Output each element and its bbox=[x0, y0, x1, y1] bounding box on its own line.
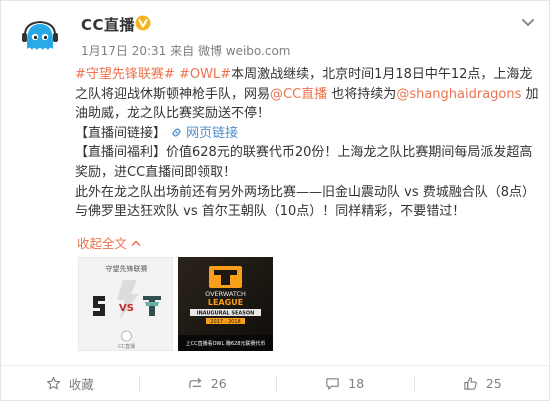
author-name[interactable]: CC直播 bbox=[81, 14, 135, 35]
mention-link[interactable]: @CC直播 bbox=[270, 87, 327, 102]
post-content: #守望先锋联赛# #OWL#本周激战继续，北京时间1月18日中午12点，上海龙之… bbox=[75, 65, 545, 222]
comment-button[interactable]: 18 bbox=[276, 366, 414, 401]
img2-bottom-text: 上CC直播看OWL 赚628元联赛代币 bbox=[186, 340, 266, 347]
img1-header: 守望先锋联赛 bbox=[106, 264, 148, 273]
repost-button[interactable]: 26 bbox=[138, 366, 277, 401]
img2-league: LEAGUE bbox=[208, 298, 243, 307]
action-bar: 收藏 26 18 25 bbox=[1, 365, 550, 401]
cc-mascot-avatar-icon bbox=[15, 11, 65, 61]
verified-v-badge-icon bbox=[135, 15, 151, 31]
content-paragraph: 【直播间链接】 网页链接 bbox=[75, 124, 545, 144]
content-text: 也将持续为 bbox=[327, 86, 397, 102]
post-time[interactable]: 1月17日 20:31 bbox=[81, 44, 166, 58]
owl-match-graphic: 守望先锋联赛 VS CC直播 bbox=[79, 258, 172, 350]
img1-footer: CC直播 bbox=[118, 343, 135, 350]
collapse-full-text-button[interactable]: 收起全文 bbox=[77, 233, 142, 252]
collapse-label: 收起全文 bbox=[77, 236, 128, 251]
web-link[interactable]: 网页链接 bbox=[186, 126, 238, 141]
content-text: 此外在龙之队出场前还有另外两场比赛——旧金山震动队 vs 费城融合队（8点）与佛… bbox=[75, 184, 536, 220]
repost-count: 26 bbox=[210, 376, 227, 391]
overwatch-league-graphic: OVERWATCH LEAGUE INAUGURAL SEASON 2017 -… bbox=[178, 257, 273, 351]
post-image-1[interactable]: 守望先锋联赛 VS CC直播 bbox=[78, 257, 173, 351]
content-text: 【直播间链接】 bbox=[75, 125, 171, 141]
img2-brand: OVERWATCH bbox=[205, 290, 246, 298]
like-count: 25 bbox=[485, 376, 502, 391]
content-paragraph: 此外在龙之队出场前还有另外两场比赛——旧金山震动队 vs 费城融合队（8点）与佛… bbox=[75, 183, 545, 222]
comment-icon bbox=[326, 378, 339, 390]
thumbs-up-icon bbox=[464, 377, 477, 390]
content-paragraph: 【直播间福利】价值628元的联赛代币20份！上海龙之队比赛期间每局派发超高奖励，… bbox=[75, 143, 545, 182]
post-image-2[interactable]: OVERWATCH LEAGUE INAUGURAL SEASON 2017 -… bbox=[178, 257, 273, 351]
mention-link[interactable]: @shanghaidragons bbox=[396, 87, 521, 102]
chevron-down-icon[interactable] bbox=[519, 13, 537, 31]
content-paragraph: #守望先锋联赛# #OWL#本周激战继续，北京时间1月18日中午12点，上海龙之… bbox=[75, 65, 545, 124]
favorite-label: 收藏 bbox=[68, 377, 94, 392]
weibo-post-card: CC直播 1月17日 20:31 来自 微博 weibo.com #守望先锋联赛… bbox=[0, 0, 550, 401]
img2-years: 2017 - 2018 bbox=[210, 319, 240, 325]
post-source[interactable]: 来自 微博 weibo.com bbox=[170, 44, 290, 58]
like-button[interactable]: 25 bbox=[413, 366, 550, 401]
star-icon bbox=[46, 376, 60, 390]
img1-vs: VS bbox=[119, 303, 134, 314]
hashtag-link[interactable]: #守望先锋联赛# bbox=[75, 67, 175, 82]
comment-count: 18 bbox=[348, 376, 365, 391]
avatar[interactable] bbox=[15, 11, 65, 61]
post-meta: 1月17日 20:31 来自 微博 weibo.com bbox=[81, 42, 291, 59]
link-icon bbox=[172, 128, 181, 137]
chevron-up-icon bbox=[131, 240, 141, 246]
img2-season: INAUGURAL SEASON bbox=[197, 311, 255, 317]
repost-icon bbox=[189, 377, 202, 389]
hashtag-link[interactable]: #OWL# bbox=[179, 67, 231, 82]
content-text: 【直播间福利】价值628元的联赛代币20份！上海龙之队比赛期间每局派发超高奖励，… bbox=[75, 145, 533, 180]
favorite-button[interactable]: 收藏 bbox=[1, 366, 139, 401]
